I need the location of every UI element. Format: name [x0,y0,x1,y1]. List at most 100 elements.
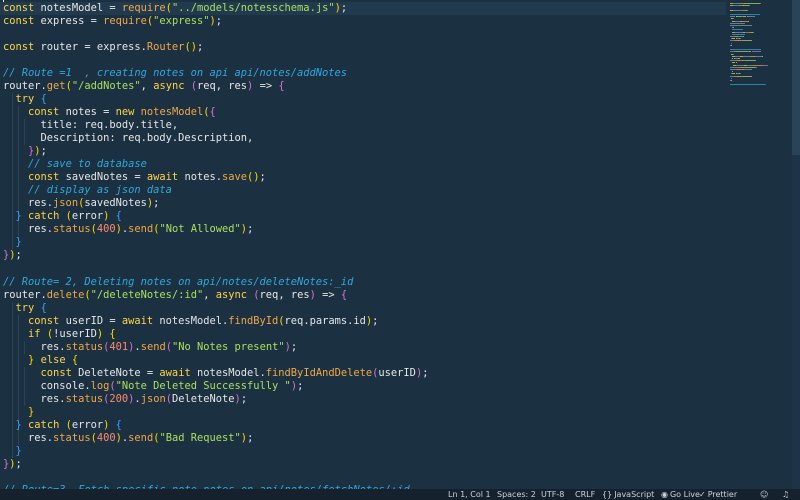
code-token: "/deleteNotes/:id" [90,288,204,301]
vertical-scrollbar[interactable] [792,0,800,489]
minimap-token [759,51,761,53]
code-line-text: } else { [3,354,78,367]
code-token: savedNotes [84,197,147,210]
code-token: notesModel. [190,366,266,379]
code-token: title: req.body.title, [3,118,179,131]
code-line[interactable]: Description: req.body.Description, [0,132,726,145]
code-line[interactable]: // display as json data [0,184,726,197]
code-line[interactable]: // Route =1 , creating notes on api api/… [0,67,726,80]
code-line-text: res.json(savedNotes); [3,197,159,210]
scrollbar-thumb[interactable] [792,0,800,155]
code-line[interactable]: // save to database [0,158,726,171]
code-token: await [159,366,191,379]
code-line[interactable]: } [0,445,726,458]
code-line[interactable]: }); [0,458,726,471]
code-token: { [115,210,122,223]
minimap-token [732,29,743,31]
code-line-text: res.status(401).send("No Notes present")… [3,341,298,354]
cursor-position[interactable]: Ln 1, Col 1 [448,489,491,500]
code-token: async [153,79,185,92]
code-line[interactable]: try { [0,93,726,106]
code-token: get [46,79,66,92]
code-line[interactable]: }); [0,249,726,262]
code-line[interactable]: title: req.body.title, [0,119,726,132]
minimap-token [766,64,768,66]
minimap-token [743,36,744,37]
code-token: router. [3,79,47,92]
code-line-text: // display as json data [3,184,172,197]
code-token: , [140,79,154,92]
code-line[interactable]: } catch (error) { [0,210,726,223]
code-line[interactable]: } else { [0,354,726,367]
code-line[interactable]: // Route= 2, Deleting notes on api/notes… [0,276,726,289]
minimap-token [739,58,740,59]
code-line[interactable]: } [0,406,726,419]
notifications-button[interactable]: ♫ [782,489,791,500]
code-token: delete [46,288,85,301]
code-line-text: try { [3,93,47,106]
code-token: notesModel [140,105,204,118]
code-token: ; [422,366,429,379]
indentation-setting[interactable]: Spaces: 2 [497,489,536,500]
code-editor[interactable]: const notesModel = require("../models/no… [0,0,726,489]
eol-setting[interactable]: CRLF [575,489,595,500]
broadcast-icon: ◉ [661,490,668,499]
code-token: await [146,171,179,184]
code-line[interactable] [0,28,726,41]
code-token: async [215,288,248,301]
code-line[interactable] [0,263,726,276]
minimap-token [731,44,732,46]
minimap-token [747,9,748,11]
go-live-button[interactable]: ◉ Go Live [661,489,700,500]
minimap-token [736,62,737,64]
code-line[interactable]: console.log("Note Deleted Successfully "… [0,380,726,393]
code-line[interactable] [0,54,726,67]
code-line[interactable]: try { [0,302,726,315]
code-line[interactable]: const router = express.Router(); [0,41,726,54]
code-line[interactable]: const savedNotes = await notes.save(); [0,171,726,184]
code-line[interactable]: res.status(200).json(DeleteNote); [0,393,726,406]
code-token: } [15,445,22,458]
code-token: ; [372,314,379,327]
code-token: () [184,40,197,53]
minimap-token [750,69,752,70]
minimap-token [755,66,757,68]
prettier-button[interactable]: ✓ Prettier [699,489,737,500]
code-line[interactable]: }); [0,145,726,158]
code-line[interactable]: res.json(savedNotes); [0,197,726,210]
code-line[interactable]: res.status(400).send("Bad Request"); [0,432,726,445]
minimap-token [752,31,754,33]
code-token: DeleteNote [171,393,235,405]
language-mode[interactable]: {} JavaScript [602,489,654,500]
feedback-button[interactable]: ☺ [760,489,770,500]
code-token: , [203,288,216,301]
code-line[interactable]: router.get("/addNotes", async (req, res)… [0,80,726,93]
minimap[interactable] [726,0,792,489]
code-line-text: }); [3,249,22,262]
minimap-token [733,53,734,55]
code-line[interactable]: const notes = new notesModel({ [0,106,726,119]
code-line[interactable]: if (!userID) { [0,328,726,341]
encoding-setting[interactable]: UTF-8 [541,489,564,500]
code-token: error [71,210,104,223]
code-line[interactable]: res.status(401).send("No Notes present")… [0,341,726,354]
code-line[interactable]: } [0,236,726,249]
code-line[interactable]: } catch (error) { [0,419,726,432]
code-line[interactable]: const notesModel = require("../models/no… [0,1,726,15]
code-line-text: } [3,236,22,249]
code-line[interactable]: const express = require("express"); [0,15,726,28]
code-line[interactable]: router.delete("/deleteNotes/:id", async … [0,289,726,302]
code-token: send [128,223,154,236]
code-line[interactable]: const DeleteNote = await notesModel.find… [0,367,726,380]
code-token: const [3,40,35,53]
minimap-token [755,60,756,62]
prettier-label: Prettier [707,490,738,499]
code-line[interactable]: res.status(400).send("Not Allowed"); [0,223,726,236]
code-token: router. [3,288,47,301]
code-line[interactable] [0,471,726,484]
code-line[interactable]: const userID = await notesModel.findById… [0,315,726,328]
code-token: if [28,327,41,340]
